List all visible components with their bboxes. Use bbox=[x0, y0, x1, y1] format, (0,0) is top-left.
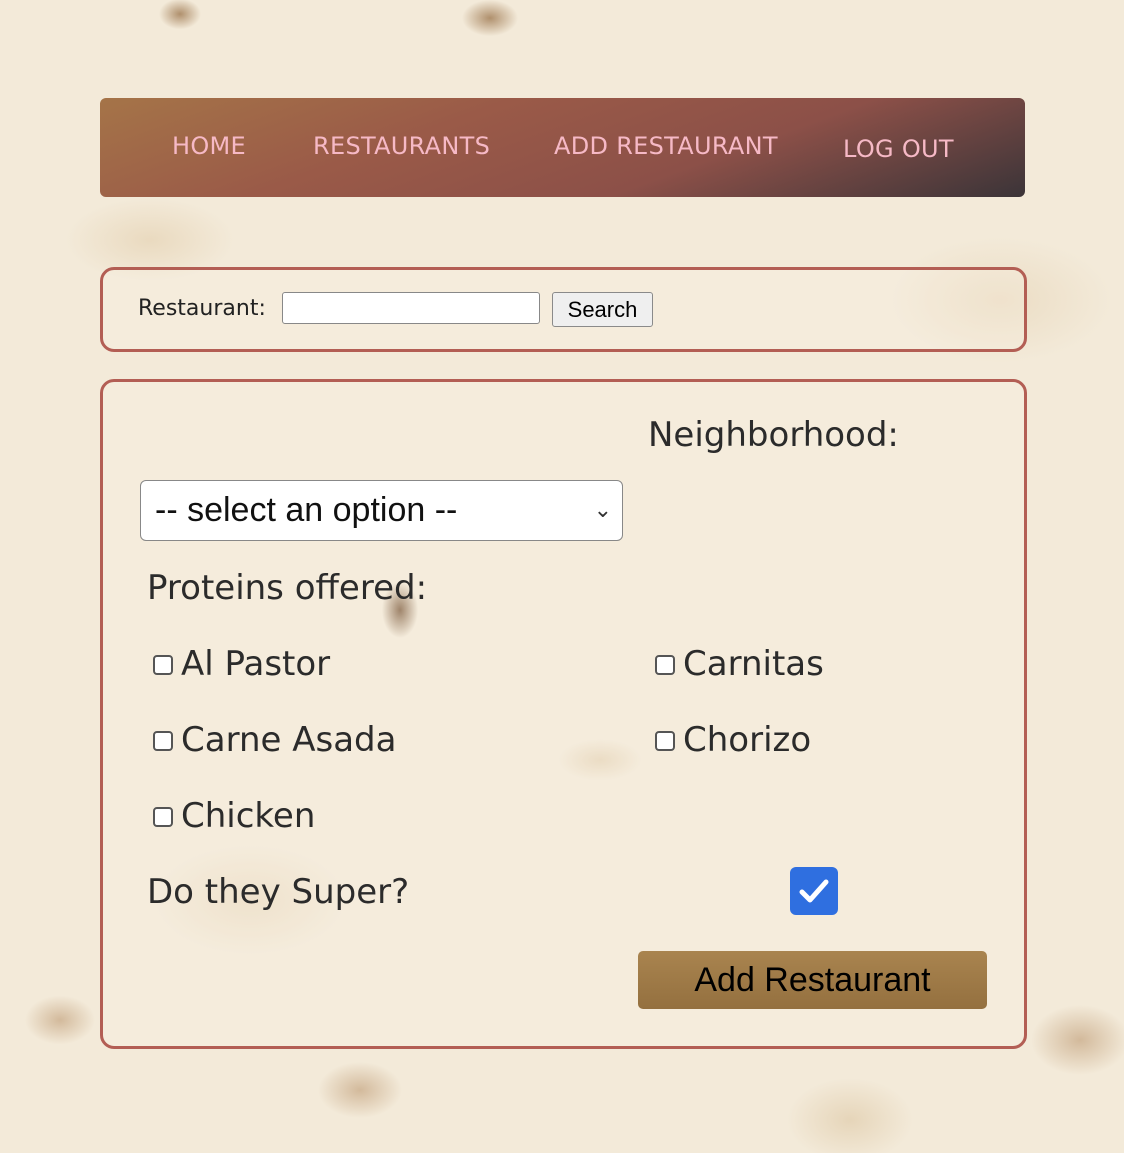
chevron-down-icon: ⌄ bbox=[593, 497, 612, 522]
protein-label-chorizo: Chorizo bbox=[683, 720, 812, 760]
protein-label-chicken: Chicken bbox=[181, 796, 316, 836]
search-panel: Restaurant: Search bbox=[100, 267, 1027, 352]
nav-home-link[interactable]: HOME bbox=[172, 132, 246, 160]
super-checkbox[interactable] bbox=[790, 867, 838, 915]
protein-label-al-pastor: Al Pastor bbox=[181, 644, 331, 684]
add-restaurant-form: Neighborhood: -- select an option -- ⌄ P… bbox=[100, 379, 1027, 1049]
neighborhood-label: Neighborhood: bbox=[648, 415, 899, 455]
nav-restaurants-link[interactable]: RESTAURANTS bbox=[313, 132, 490, 160]
super-label: Do they Super? bbox=[147, 872, 410, 912]
protein-label-carnitas: Carnitas bbox=[683, 644, 824, 684]
checkbox-chicken[interactable] bbox=[153, 807, 173, 827]
checkbox-carne-asada[interactable] bbox=[153, 731, 173, 751]
checkbox-chorizo[interactable] bbox=[655, 731, 675, 751]
restaurant-search-label: Restaurant: bbox=[138, 296, 266, 321]
proteins-label: Proteins offered: bbox=[147, 568, 428, 608]
top-nav: HOME RESTAURANTS ADD RESTAURANT LOG OUT bbox=[100, 98, 1025, 197]
neighborhood-selected-value: -- select an option -- bbox=[155, 491, 458, 529]
nav-logout-link[interactable]: LOG OUT bbox=[843, 135, 954, 163]
checkbox-al-pastor[interactable] bbox=[153, 655, 173, 675]
neighborhood-select[interactable]: -- select an option -- ⌄ bbox=[140, 480, 623, 541]
add-restaurant-button[interactable]: Add Restaurant bbox=[638, 951, 987, 1009]
restaurant-search-input[interactable] bbox=[282, 292, 540, 324]
search-button[interactable]: Search bbox=[552, 292, 653, 327]
protein-label-carne-asada: Carne Asada bbox=[181, 720, 397, 760]
nav-add-restaurant-link[interactable]: ADD RESTAURANT bbox=[554, 132, 778, 160]
checkbox-carnitas[interactable] bbox=[655, 655, 675, 675]
checkmark-icon bbox=[799, 879, 829, 903]
